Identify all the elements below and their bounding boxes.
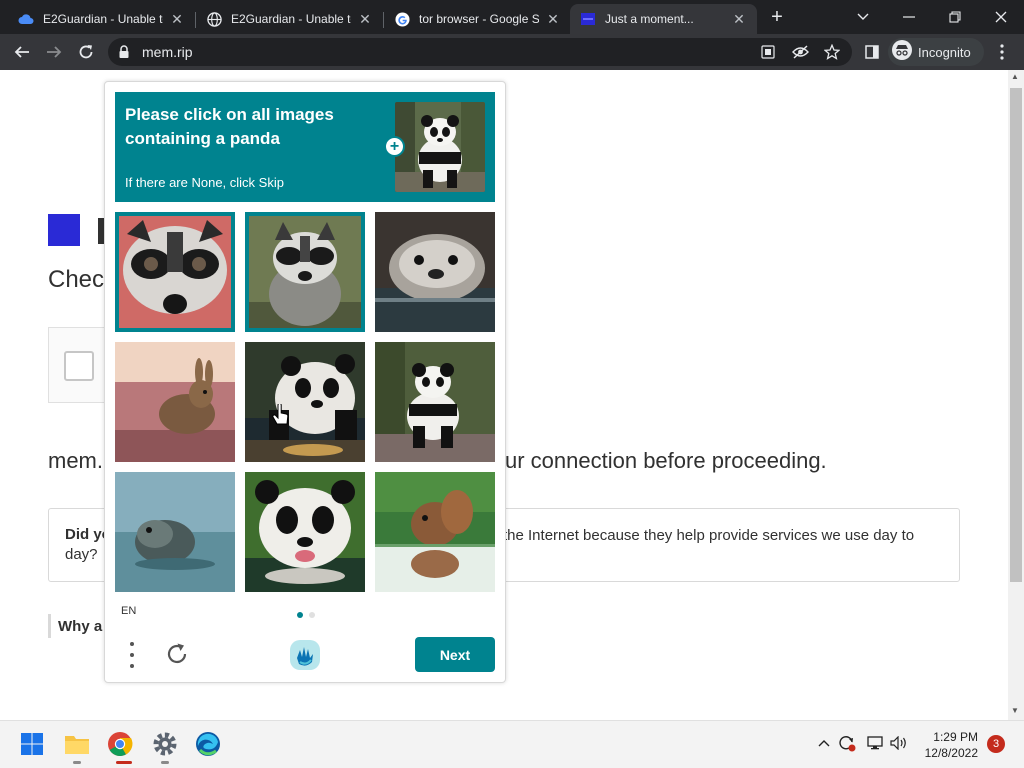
tab-title: E2Guardian - Unable to xyxy=(231,12,351,26)
notification-badge[interactable]: 3 xyxy=(987,735,1005,753)
restore-icon[interactable] xyxy=(932,4,978,30)
incognito-badge[interactable]: Incognito xyxy=(888,38,984,66)
incognito-icon xyxy=(892,39,912,65)
page-dot xyxy=(309,612,315,618)
sync-alert-icon[interactable] xyxy=(838,734,856,752)
domain-text: mem. xyxy=(48,448,103,473)
plus-icon[interactable]: + xyxy=(384,136,405,157)
running-indicator xyxy=(161,761,169,764)
info-text: the Internet because they help provide s… xyxy=(503,527,915,544)
windows-start-icon[interactable] xyxy=(16,728,48,760)
tab-e2guardian-2[interactable]: E2Guardian - Unable to ✕ xyxy=(196,4,383,34)
info-question-end: day? xyxy=(65,546,98,563)
globe-icon xyxy=(206,11,222,27)
prompt-subtitle: If there are None, click Skip xyxy=(125,175,284,190)
tab-title: tor browser - Google S xyxy=(419,12,539,26)
grid-tile-raccoon[interactable] xyxy=(245,212,365,332)
grid-tile-otter[interactable] xyxy=(375,212,495,332)
connection-text: ur connection before proceeding. xyxy=(505,448,827,473)
new-tab-button[interactable]: + xyxy=(766,7,788,29)
language-selector[interactable]: EN xyxy=(121,605,136,617)
refresh-challenge-icon[interactable] xyxy=(164,641,190,667)
forward-icon[interactable] xyxy=(42,40,66,64)
edge-icon[interactable] xyxy=(192,728,224,760)
scroll-down-arrow-icon[interactable]: ▼ xyxy=(1011,706,1019,715)
close-tab-icon[interactable]: ✕ xyxy=(357,11,373,27)
lock-icon[interactable] xyxy=(118,45,130,59)
human-checkbox[interactable] xyxy=(64,351,94,381)
hand-cursor-icon xyxy=(272,402,290,428)
why-heading[interactable]: Why a xyxy=(58,618,102,635)
more-menu-icon[interactable] xyxy=(990,40,1014,64)
clock-time: 1:29 PM xyxy=(933,730,978,744)
captcha-menu-icon[interactable] xyxy=(124,642,140,668)
grid-tile-rabbit[interactable] xyxy=(115,342,235,462)
close-window-icon[interactable] xyxy=(978,4,1024,30)
url-text[interactable]: mem.rip xyxy=(142,44,193,60)
close-tab-icon[interactable]: ✕ xyxy=(169,11,185,27)
chevron-up-icon[interactable] xyxy=(815,734,833,752)
site-logo xyxy=(48,214,80,246)
address-bar[interactable] xyxy=(108,38,852,66)
reload-icon[interactable] xyxy=(74,40,98,64)
install-app-icon[interactable] xyxy=(756,40,780,64)
grid-tile-panda[interactable] xyxy=(245,472,365,592)
close-tab-icon[interactable]: ✕ xyxy=(731,11,747,27)
chrome-icon[interactable] xyxy=(104,728,136,760)
tab-search-icon[interactable] xyxy=(840,4,886,30)
back-icon[interactable] xyxy=(10,40,34,64)
grid-tile-raccoon[interactable] xyxy=(115,212,235,332)
tab-title: E2Guardian - Unable to xyxy=(43,12,163,26)
system-clock[interactable]: 1:29 PM 12/8/2022 xyxy=(918,729,978,761)
network-icon[interactable] xyxy=(866,734,884,752)
hcaptcha-logo-icon xyxy=(288,638,322,672)
file-explorer-icon[interactable] xyxy=(61,728,93,760)
scroll-up-arrow-icon[interactable]: ▲ xyxy=(1011,72,1019,81)
close-tab-icon[interactable]: ✕ xyxy=(545,11,561,27)
clock-date: 12/8/2022 xyxy=(924,746,978,760)
running-indicator xyxy=(73,761,81,764)
side-panel-icon[interactable] xyxy=(860,40,884,64)
site-favicon xyxy=(580,11,596,27)
tab-title: Just a moment... xyxy=(605,12,694,26)
scrollbar-thumb[interactable] xyxy=(1010,88,1022,582)
example-panda-image xyxy=(395,102,485,192)
grid-tile-panda[interactable] xyxy=(375,342,495,462)
quote-bar xyxy=(48,614,51,638)
bookmark-star-icon[interactable] xyxy=(820,40,844,64)
grid-tile-panda[interactable] xyxy=(245,342,365,462)
volume-icon[interactable] xyxy=(890,734,908,752)
settings-icon[interactable] xyxy=(149,728,181,760)
active-app-indicator xyxy=(116,761,132,764)
grid-tile-seal[interactable] xyxy=(115,472,235,592)
tab-just-a-moment[interactable]: Just a moment... ✕ xyxy=(570,4,757,34)
next-button[interactable]: Next xyxy=(415,637,495,672)
tab-google-search[interactable]: tor browser - Google S ✕ xyxy=(384,4,571,34)
cloud-icon xyxy=(18,11,34,27)
prompt-title: Please click on all images containing a … xyxy=(125,105,334,148)
google-icon xyxy=(394,11,410,27)
grid-tile-squirrel[interactable] xyxy=(375,472,495,592)
tab-e2guardian-1[interactable]: E2Guardian - Unable to ✕ xyxy=(8,4,195,34)
minimize-icon[interactable] xyxy=(886,4,932,30)
page-dot-active xyxy=(297,612,303,618)
incognito-label: Incognito xyxy=(918,44,971,60)
tracking-blocked-icon[interactable] xyxy=(788,40,812,64)
